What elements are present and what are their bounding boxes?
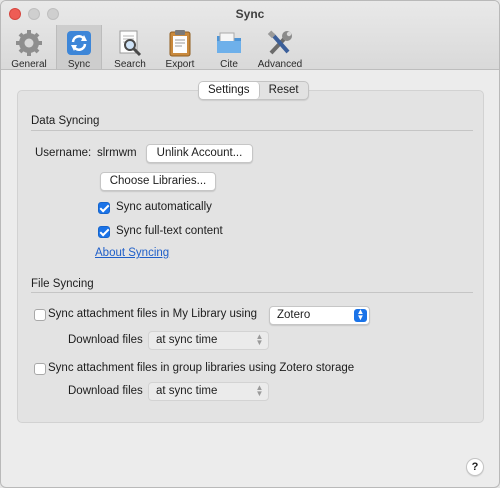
tools-icon bbox=[267, 30, 292, 55]
data-syncing-title: Data Syncing bbox=[31, 115, 100, 127]
choose-libraries-button[interactable]: Choose Libraries... bbox=[100, 172, 216, 191]
sync-fulltext-label[interactable]: Sync full-text content bbox=[116, 225, 223, 237]
sync-fulltext-checkbox[interactable] bbox=[98, 226, 110, 238]
download-files-select-1[interactable]: at sync time ▲ ▼ bbox=[148, 331, 269, 350]
about-syncing-link[interactable]: About Syncing bbox=[95, 247, 169, 259]
sync-my-library-files-label[interactable]: Sync attachment files in My Library usin… bbox=[48, 308, 257, 320]
toolbar: Sync General Sync Search Export Cite Adv… bbox=[1, 1, 499, 70]
file-syncing-divider bbox=[31, 292, 473, 293]
toolbar-advanced-label: Advanced bbox=[257, 59, 303, 70]
sync-icon bbox=[67, 31, 91, 55]
username-value: slrmwm bbox=[97, 147, 137, 159]
preferences-window: Sync General Sync Search Export Cite Adv… bbox=[0, 0, 500, 488]
select-arrows-icon: ▲ ▼ bbox=[354, 308, 367, 322]
toolbar-sync[interactable]: Sync bbox=[56, 25, 102, 70]
download-files-value-2: at sync time bbox=[156, 385, 218, 397]
toolbar-search[interactable]: Search bbox=[107, 27, 153, 70]
download-files-select-2[interactable]: at sync time ▲ ▼ bbox=[148, 382, 269, 401]
tab-bar: Settings Reset bbox=[198, 81, 309, 100]
toolbar-cite[interactable]: Cite bbox=[206, 27, 252, 70]
toolbar-cite-label: Cite bbox=[220, 59, 238, 70]
toolbar-sync-label: Sync bbox=[67, 59, 91, 70]
toolbar-advanced[interactable]: Advanced bbox=[257, 27, 303, 70]
toolbar-export-label: Export bbox=[165, 59, 195, 70]
sync-group-files-checkbox[interactable] bbox=[34, 363, 46, 375]
gear-icon bbox=[16, 30, 42, 56]
my-library-sync-method-value: Zotero bbox=[277, 309, 311, 321]
help-button[interactable]: ? bbox=[466, 458, 484, 476]
download-files-label-1: Download files bbox=[68, 334, 143, 346]
sync-automatically-checkbox[interactable] bbox=[98, 202, 110, 214]
toolbar-general-label: General bbox=[11, 59, 47, 70]
unlink-account-button[interactable]: Unlink Account... bbox=[146, 144, 253, 163]
download-files-value-1: at sync time bbox=[156, 334, 218, 346]
toolbar-general[interactable]: General bbox=[6, 27, 52, 70]
select-arrows-icon: ▲ ▼ bbox=[255, 383, 264, 398]
sync-automatically-label[interactable]: Sync automatically bbox=[116, 201, 212, 213]
tab-settings[interactable]: Settings bbox=[199, 82, 260, 99]
username-label: Username: bbox=[35, 147, 92, 159]
select-arrows-icon: ▲ ▼ bbox=[255, 332, 264, 347]
clipboard-icon bbox=[169, 30, 191, 57]
search-icon bbox=[119, 30, 142, 57]
tab-reset[interactable]: Reset bbox=[260, 82, 308, 99]
download-files-label-2: Download files bbox=[68, 385, 143, 397]
toolbar-search-label: Search bbox=[114, 59, 146, 70]
my-library-sync-method-select[interactable]: Zotero ▲ ▼ bbox=[269, 306, 370, 325]
file-syncing-title: File Syncing bbox=[31, 278, 94, 290]
sync-my-library-files-checkbox[interactable] bbox=[34, 309, 46, 321]
data-syncing-divider bbox=[31, 130, 473, 131]
folder-icon bbox=[217, 32, 241, 53]
window-title: Sync bbox=[235, 7, 265, 21]
toolbar-export[interactable]: Export bbox=[157, 27, 203, 70]
sync-group-files-label[interactable]: Sync attachment files in group libraries… bbox=[48, 362, 354, 374]
